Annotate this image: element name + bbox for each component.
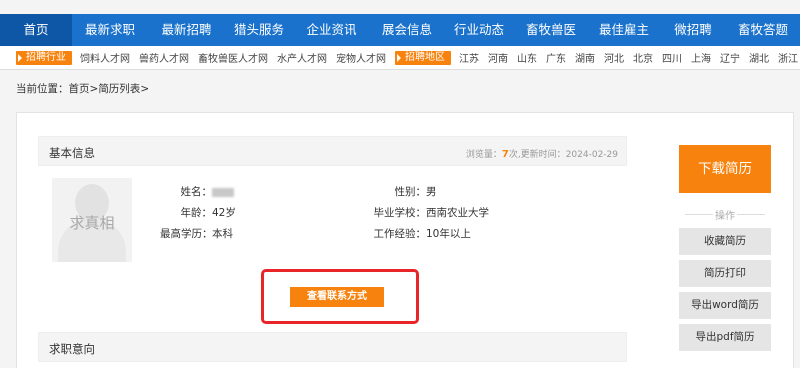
nav-item-latest-jobseekers[interactable]: 最新求职 bbox=[72, 14, 148, 46]
field-gender: 性别：男 bbox=[368, 184, 437, 199]
job-intent-header: 求职意向 bbox=[38, 332, 627, 362]
field-education: 最高学历：本科 bbox=[160, 226, 233, 241]
view-count: 7 bbox=[501, 149, 509, 160]
region-link-liaoning[interactable]: 辽宁 bbox=[720, 50, 740, 65]
industry-link-pet[interactable]: 宠物人才网 bbox=[336, 50, 386, 65]
nav-item-best-employer[interactable]: 最佳雇主 bbox=[588, 14, 660, 46]
nav-item-quiz[interactable]: 畜牧答题 bbox=[726, 14, 800, 46]
age-label: 年龄： bbox=[180, 207, 213, 219]
nav-item-home[interactable]: 首页 bbox=[0, 14, 72, 46]
school-value: 西南农业大学 bbox=[426, 207, 489, 219]
school-label: 毕业学校： bbox=[373, 207, 427, 219]
basic-info-header: 基本信息 浏览量：7次,更新时间：2024-02-29 bbox=[38, 136, 627, 166]
export-pdf-button[interactable]: 导出pdf简历 bbox=[679, 324, 771, 351]
breadcrumb-home[interactable]: 首页 bbox=[69, 83, 90, 95]
nav-item-exhibitions[interactable]: 展会信息 bbox=[370, 14, 444, 46]
breadcrumb-prefix: 当前位置： bbox=[16, 83, 69, 95]
export-word-button[interactable]: 导出word简历 bbox=[679, 292, 771, 319]
field-name: 姓名： bbox=[160, 184, 234, 199]
breadcrumb-separator: > bbox=[89, 83, 99, 95]
name-label: 姓名： bbox=[180, 186, 213, 198]
region-tag: 招聘地区 bbox=[395, 50, 451, 65]
region-link-hunan[interactable]: 湖南 bbox=[575, 50, 595, 65]
region-link-zhejiang[interactable]: 浙江 bbox=[778, 50, 798, 65]
avatar-placeholder-text: 求真相 bbox=[69, 214, 115, 232]
region-link-hubei[interactable]: 湖北 bbox=[749, 50, 769, 65]
top-nav: 首页 最新求职 最新招聘 猎头服务 企业资讯 展会信息 行业动态 畜牧兽医 最佳… bbox=[0, 14, 800, 46]
field-experience: 工作经验：10年以上 bbox=[368, 226, 471, 241]
basic-info-title: 基本信息 bbox=[49, 146, 95, 160]
view-contact-button[interactable]: 查看联系方式 bbox=[290, 287, 384, 307]
nav-item-wechat-jobs[interactable]: 微招聘 bbox=[660, 14, 726, 46]
age-value: 42岁 bbox=[212, 207, 236, 219]
sub-nav: 招聘行业 饲料人才网 兽药人才网 畜牧兽医人才网 水产人才网 宠物人才网 招聘地… bbox=[0, 46, 800, 70]
updated-date: 2024-02-29 bbox=[565, 150, 618, 160]
industry-link-aquatic[interactable]: 水产人才网 bbox=[277, 50, 327, 65]
avatar: 求真相 bbox=[52, 178, 132, 262]
nav-item-industry-news[interactable]: 行业动态 bbox=[444, 14, 514, 46]
experience-value: 10年以上 bbox=[426, 228, 471, 240]
operations-label: 操作 bbox=[679, 207, 771, 222]
views-prefix: 浏览量： bbox=[465, 150, 502, 160]
nav-item-headhunting[interactable]: 猎头服务 bbox=[225, 14, 293, 46]
breadcrumb-tail: > bbox=[140, 83, 150, 95]
region-link-shandong[interactable]: 山东 bbox=[517, 50, 537, 65]
education-value: 本科 bbox=[212, 228, 233, 240]
nav-item-latest-jobs[interactable]: 最新招聘 bbox=[148, 14, 225, 46]
region-link-jiangsu[interactable]: 江苏 bbox=[459, 50, 479, 65]
gender-label: 性别： bbox=[394, 186, 427, 198]
views-suffix: 次,更新时间： bbox=[508, 150, 566, 160]
education-label: 最高学历： bbox=[160, 228, 213, 240]
job-intent-title: 求职意向 bbox=[49, 342, 95, 356]
industry-link-feed[interactable]: 饲料人才网 bbox=[80, 50, 130, 65]
region-link-sichuan[interactable]: 四川 bbox=[662, 50, 682, 65]
industry-link-vetdrug[interactable]: 兽药人才网 bbox=[139, 50, 189, 65]
experience-label: 工作经验： bbox=[373, 228, 427, 240]
region-link-beijing[interactable]: 北京 bbox=[633, 50, 653, 65]
region-link-shanghai[interactable]: 上海 bbox=[691, 50, 711, 65]
region-link-guangdong[interactable]: 广东 bbox=[546, 50, 566, 65]
gender-value: 男 bbox=[426, 186, 437, 198]
industry-tag: 招聘行业 bbox=[16, 50, 72, 65]
favorite-resume-button[interactable]: 收藏简历 bbox=[679, 228, 771, 255]
region-link-henan[interactable]: 河南 bbox=[488, 50, 508, 65]
field-school: 毕业学校：西南农业大学 bbox=[368, 205, 490, 220]
field-age: 年龄：42岁 bbox=[160, 205, 236, 220]
breadcrumb-current[interactable]: 简历列表 bbox=[98, 83, 140, 95]
nav-item-vet[interactable]: 畜牧兽医 bbox=[514, 14, 588, 46]
print-resume-button[interactable]: 简历打印 bbox=[679, 260, 771, 287]
region-link-hebei[interactable]: 河北 bbox=[604, 50, 624, 65]
download-resume-button[interactable]: 下载简历 bbox=[679, 145, 771, 193]
nav-item-company-news[interactable]: 企业资讯 bbox=[293, 14, 370, 46]
industry-link-livestock[interactable]: 畜牧兽医人才网 bbox=[198, 50, 268, 65]
breadcrumb: 当前位置：首页>简历列表> bbox=[16, 81, 149, 96]
view-meta: 浏览量：7次,更新时间：2024-02-29 bbox=[466, 147, 618, 160]
name-value-obscured bbox=[212, 187, 234, 197]
